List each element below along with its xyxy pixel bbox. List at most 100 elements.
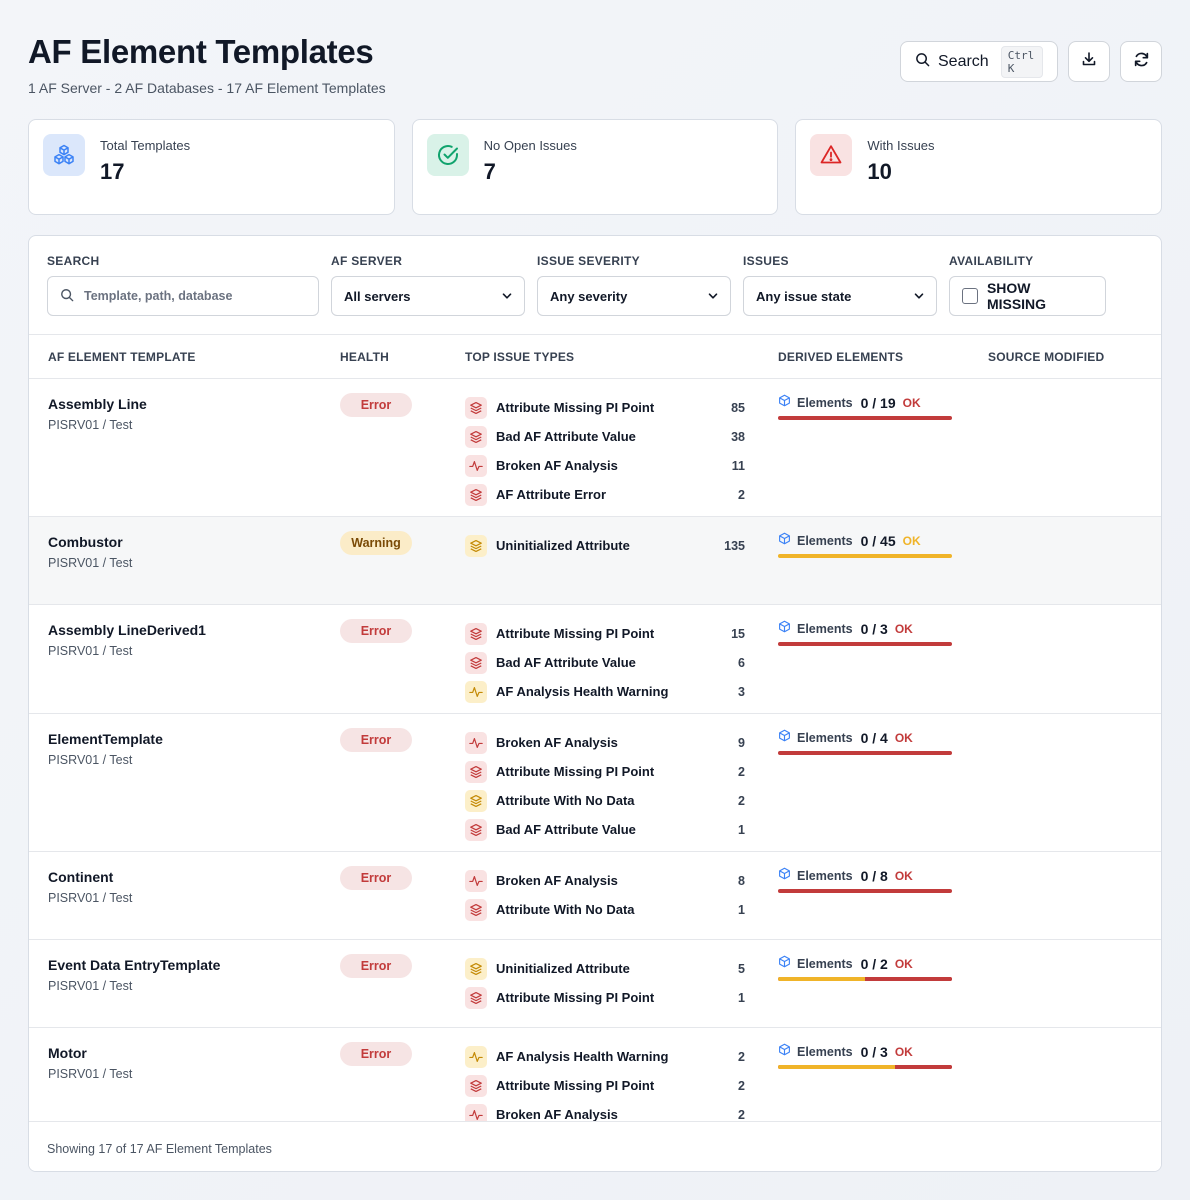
- derived-count: 0 / 8: [860, 868, 888, 884]
- layers-icon: [465, 957, 487, 980]
- derived-progress-bar: [778, 416, 952, 420]
- health-badge: Error: [340, 619, 412, 643]
- pulse-icon: [465, 869, 487, 892]
- table-row[interactable]: Motor PISRV01 / Test Error AF Analysis Heal…: [29, 1028, 1161, 1121]
- page-header: AF Element Templates 1 AF Server - 2 AF …: [28, 30, 1162, 100]
- pulse-icon: [465, 454, 487, 477]
- filter-label: SEARCH: [47, 254, 100, 268]
- refresh-button[interactable]: [1120, 41, 1162, 82]
- stat-label: Total Templates: [100, 138, 191, 153]
- show-missing-checkbox[interactable]: [962, 288, 978, 304]
- issue-item[interactable]: Broken AF Analysis 11: [465, 451, 745, 480]
- derived-label: Elements: [797, 534, 853, 548]
- download-button[interactable]: [1068, 41, 1110, 82]
- issue-count: 85: [731, 400, 745, 415]
- table-row[interactable]: Combustor PISRV01 / Test Warning Uninitiali…: [29, 517, 1161, 605]
- derived-count: 0 / 19: [860, 395, 896, 411]
- template-name[interactable]: Continent: [48, 869, 113, 885]
- table-row[interactable]: Assembly Line PISRV01 / Test Error Attribut…: [29, 379, 1161, 517]
- issue-item[interactable]: Broken AF Analysis 9: [465, 728, 745, 757]
- derived-progress-bar: [778, 1065, 952, 1069]
- cube-icon: [778, 394, 791, 412]
- derived-status: OK: [902, 396, 921, 410]
- issue-count: 5: [738, 961, 745, 976]
- derived-status: OK: [894, 957, 913, 971]
- issue-item[interactable]: Attribute Missing PI Point 1: [465, 983, 745, 1012]
- search-icon: [915, 52, 930, 72]
- layers-icon: [465, 818, 487, 841]
- health-badge: Error: [340, 393, 412, 417]
- issue-item[interactable]: Attribute Missing PI Point 85: [465, 393, 745, 422]
- derived-count: 0 / 2: [860, 956, 888, 972]
- issue-item[interactable]: AF Analysis Health Warning 2: [465, 1042, 745, 1071]
- derived-status: OK: [894, 622, 913, 636]
- table-row[interactable]: ElementTemplate PISRV01 / Test Error Broken…: [29, 714, 1161, 852]
- template-name[interactable]: Assembly LineDerived1: [48, 622, 206, 638]
- template-name[interactable]: ElementTemplate: [48, 731, 163, 747]
- derived-elements: Elements 0 / 3 OK: [778, 620, 953, 646]
- search-placeholder: Template, path, database: [84, 289, 233, 303]
- issue-count: 1: [738, 902, 745, 917]
- table-body: Assembly Line PISRV01 / Test Error Attribut…: [29, 379, 1161, 1121]
- layers-icon: [465, 651, 487, 674]
- table-row[interactable]: Continent PISRV01 / Test Error Broken AF An…: [29, 852, 1161, 940]
- column-header-health[interactable]: HEALTH: [340, 350, 389, 364]
- issue-label: Bad AF Attribute Value: [496, 655, 636, 670]
- template-name[interactable]: Assembly Line: [48, 396, 147, 412]
- issue-count: 6: [738, 655, 745, 670]
- check-circle-icon: [426, 134, 469, 176]
- issue-label: Bad AF Attribute Value: [496, 429, 636, 444]
- table-row[interactable]: Assembly LineDerived1 PISRV01 / Test Error…: [29, 605, 1161, 714]
- issue-item[interactable]: Bad AF Attribute Value 1: [465, 815, 745, 844]
- issue-item[interactable]: Attribute With No Data 1: [465, 895, 745, 924]
- column-header-top-issues[interactable]: TOP ISSUE TYPES: [465, 350, 574, 364]
- issue-item[interactable]: Bad AF Attribute Value 38: [465, 422, 745, 451]
- issue-item[interactable]: Attribute Missing PI Point 2: [465, 757, 745, 786]
- issue-count: 2: [738, 487, 745, 502]
- derived-elements: Elements 0 / 2 OK: [778, 955, 953, 981]
- issue-list: Attribute Missing PI Point 15 Bad AF Attri…: [465, 619, 745, 706]
- derived-elements: Elements 0 / 4 OK: [778, 729, 953, 755]
- issue-item[interactable]: Bad AF Attribute Value 6: [465, 648, 745, 677]
- refresh-icon: [1133, 51, 1150, 73]
- health-badge: Error: [340, 728, 412, 752]
- issue-label: Attribute With No Data: [496, 902, 635, 917]
- issue-item[interactable]: Attribute Missing PI Point 15: [465, 619, 745, 648]
- progress-segment-amber: [778, 1065, 895, 1069]
- issue-count: 2: [738, 1078, 745, 1093]
- issue-item[interactable]: Broken AF Analysis 2: [465, 1100, 745, 1121]
- search-button[interactable]: Search Ctrl K: [900, 41, 1058, 82]
- template-search-input[interactable]: Template, path, database: [47, 276, 319, 316]
- issue-list: AF Analysis Health Warning 2 Attribute Mis…: [465, 1042, 745, 1121]
- issue-count: 1: [738, 822, 745, 837]
- progress-segment-amber: [778, 977, 865, 981]
- chevron-down-icon: [502, 289, 512, 304]
- issue-count: 9: [738, 735, 745, 750]
- layers-icon: [465, 1074, 487, 1097]
- issue-item[interactable]: Attribute With No Data 2: [465, 786, 745, 815]
- issue-count: 8: [738, 873, 745, 888]
- chevron-down-icon: [708, 289, 718, 304]
- warning-triangle-icon: [810, 134, 853, 176]
- column-header-derived[interactable]: DERIVED ELEMENTS: [778, 350, 903, 364]
- table-row[interactable]: Event Data EntryTemplate PISRV01 / Test Er…: [29, 940, 1161, 1028]
- issue-item[interactable]: Attribute Missing PI Point 2: [465, 1071, 745, 1100]
- show-missing-toggle[interactable]: SHOW MISSING: [949, 276, 1106, 316]
- issue-item[interactable]: Uninitialized Attribute 135: [465, 531, 745, 560]
- column-header-template[interactable]: AF ELEMENT TEMPLATE: [48, 350, 196, 364]
- template-name[interactable]: Motor: [48, 1045, 87, 1061]
- issue-item[interactable]: Broken AF Analysis 8: [465, 866, 745, 895]
- issue-item[interactable]: AF Attribute Error 2: [465, 480, 745, 509]
- template-name[interactable]: Event Data EntryTemplate: [48, 957, 220, 973]
- issue-item[interactable]: Uninitialized Attribute 5: [465, 954, 745, 983]
- server-select[interactable]: All servers: [331, 276, 525, 316]
- severity-select[interactable]: Any severity: [537, 276, 731, 316]
- progress-segment-red: [894, 1065, 952, 1069]
- layers-icon: [465, 898, 487, 921]
- issue-item[interactable]: AF Analysis Health Warning 3: [465, 677, 745, 706]
- template-name[interactable]: Combustor: [48, 534, 123, 550]
- issue-count: 11: [731, 458, 745, 473]
- issues-select[interactable]: Any issue state: [743, 276, 937, 316]
- column-header-source-modified[interactable]: SOURCE MODIFIED: [988, 350, 1104, 364]
- template-path: PISRV01 / Test: [48, 979, 133, 993]
